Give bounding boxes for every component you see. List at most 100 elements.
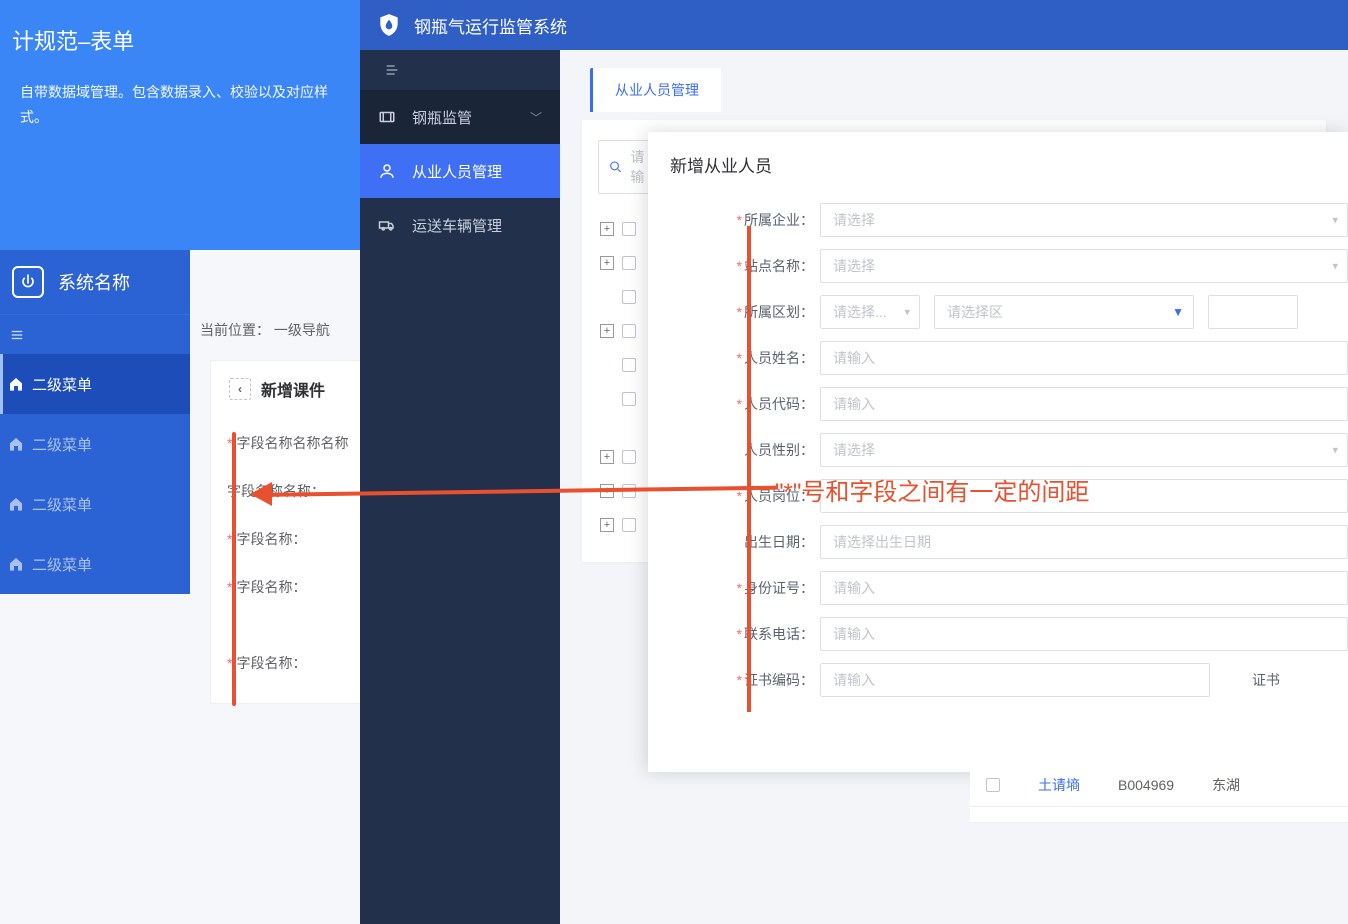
form-label: *所属区划：	[648, 302, 820, 322]
tree-checkbox[interactable]	[622, 290, 636, 304]
form-label: *证书编码：	[648, 670, 820, 690]
card-title-row: ‹ 新增课件	[217, 377, 368, 401]
modal-add-personnel: 新增从业人员 *所属企业： *站点名称： *所属区划： *人员姓名： *人员代码…	[648, 132, 1348, 772]
company-select[interactable]	[820, 203, 1348, 237]
form-row-birth: 出生日期：	[648, 525, 1348, 559]
form-row-gender: 人员性别：	[648, 433, 1348, 467]
tree-checkbox[interactable]	[622, 392, 636, 406]
spec-subtitle: 自带数据域管理。包含数据录入、校验以及对应样式。	[12, 80, 348, 130]
form-row-idno: *身份证号：	[648, 571, 1348, 605]
site-select[interactable]	[820, 249, 1348, 283]
gender-select[interactable]	[820, 433, 1348, 467]
nav-label: 钢瓶监管	[412, 107, 472, 128]
expand-icon[interactable]: +	[600, 256, 614, 270]
idno-input[interactable]	[820, 571, 1348, 605]
form-row-cert: *证书编码： 证书	[648, 663, 1348, 697]
nav-item-personnel[interactable]: 从业人员管理	[360, 144, 560, 198]
spec-header: 计规范–表单 自带数据域管理。包含数据录入、校验以及对应样式。	[0, 0, 360, 250]
menu-item-1[interactable]: 二级菜单	[0, 354, 190, 414]
expand-icon[interactable]: +	[600, 222, 614, 236]
row-region: 东湖	[1212, 775, 1240, 795]
area-district-select[interactable]	[934, 295, 1194, 329]
hamburger-icon	[10, 328, 24, 342]
person-icon	[378, 162, 396, 180]
form-row-company: *所属企业：	[648, 203, 1348, 237]
form-row-name: *人员姓名：	[648, 341, 1348, 375]
form-label: *所属企业：	[648, 210, 820, 230]
sidebar-collapse-button[interactable]	[0, 314, 190, 354]
nav-item-vehicle[interactable]: 运送车辆管理	[360, 198, 560, 252]
sidebar-toggle[interactable]	[360, 50, 560, 90]
field-label: *字段名称：	[217, 515, 368, 563]
home-icon	[8, 436, 24, 452]
menu-label: 二级菜单	[32, 554, 92, 575]
tree-checkbox[interactable]	[622, 324, 636, 338]
form-row-site: *站点名称：	[648, 249, 1348, 283]
row-code: B004969	[1118, 777, 1174, 793]
home-icon	[8, 496, 24, 512]
system-menu: 二级菜单 二级菜单 二级菜单 二级菜单	[0, 354, 190, 594]
form-label: *身份证号：	[648, 578, 820, 598]
cert-input[interactable]	[820, 663, 1210, 697]
app-header: 钢瓶气运行监管系统	[360, 0, 1348, 50]
menu-item-4[interactable]: 二级菜单	[0, 534, 190, 594]
tree-checkbox[interactable]	[622, 450, 636, 464]
breadcrumb: 当前位置： 一级导航	[200, 320, 330, 340]
phone-input[interactable]	[820, 617, 1348, 651]
collapse-icon	[384, 62, 400, 78]
home-icon	[8, 556, 24, 572]
row-checkbox[interactable]	[986, 778, 1000, 792]
annotation-guideline-left	[232, 432, 236, 706]
name-input[interactable]	[820, 341, 1348, 375]
expand-icon[interactable]: +	[600, 518, 614, 532]
tree-checkbox[interactable]	[622, 256, 636, 270]
form-row-code: *人员代码：	[648, 387, 1348, 421]
tab-personnel[interactable]: 从业人员管理	[590, 68, 721, 112]
field-label: *字段名称名称名称	[217, 419, 368, 467]
annotation-arrowhead	[250, 482, 272, 506]
tree-checkbox[interactable]	[622, 518, 636, 532]
modal-form: *所属企业： *站点名称： *所属区划： *人员姓名： *人员代码： 人员性别：	[648, 191, 1348, 697]
system-logo-icon	[12, 266, 44, 298]
spec-title: 计规范–表单	[12, 24, 348, 56]
annotation-guideline	[747, 226, 751, 712]
back-button[interactable]: ‹	[229, 378, 251, 400]
cylinder-icon	[378, 108, 396, 126]
form-label: 出生日期：	[648, 532, 820, 552]
menu-label: 二级菜单	[32, 374, 92, 395]
tree-checkbox[interactable]	[622, 222, 636, 236]
shield-flame-icon	[376, 12, 402, 38]
form-row-phone: *联系电话：	[648, 617, 1348, 651]
code-input[interactable]	[820, 387, 1348, 421]
app-sidebar: 钢瓶监管 ﹀ 从业人员管理 运送车辆管理	[360, 50, 560, 924]
menu-item-2[interactable]: 二级菜单	[0, 414, 190, 474]
chevron-down-icon: ﹀	[530, 109, 542, 126]
tab-strip: 从业人员管理	[560, 50, 1348, 112]
annotation-text: "*"号和字段之间有一定的间距	[775, 472, 1089, 507]
form-label: *联系电话：	[648, 624, 820, 644]
form-label: *站点名称：	[648, 256, 820, 276]
field-label: *字段名称：	[217, 639, 368, 687]
menu-label: 二级菜单	[32, 494, 92, 515]
tree-checkbox[interactable]	[622, 358, 636, 372]
menu-item-3[interactable]: 二级菜单	[0, 474, 190, 534]
nav-label: 运送车辆管理	[412, 215, 502, 236]
system-name: 系统名称	[58, 269, 130, 295]
expand-icon[interactable]: +	[600, 324, 614, 338]
table-end	[970, 807, 1348, 823]
app-title: 钢瓶气运行监管系统	[414, 13, 567, 38]
expand-icon[interactable]: +	[600, 450, 614, 464]
card-title: 新增课件	[261, 377, 325, 401]
area-province-select[interactable]	[820, 295, 920, 329]
nav-label: 从业人员管理	[412, 161, 502, 182]
search-icon	[609, 160, 622, 174]
home-icon	[8, 376, 24, 392]
truck-icon	[378, 216, 396, 234]
nav-item-cylinder[interactable]: 钢瓶监管 ﹀	[360, 90, 560, 144]
modal-title: 新增从业人员	[648, 132, 1348, 191]
menu-label: 二级菜单	[32, 434, 92, 455]
table-row[interactable]: 土请墒 B004969 东湖	[970, 763, 1348, 807]
birth-date-input[interactable]	[820, 525, 1348, 559]
row-name-link[interactable]: 土请墒	[1038, 775, 1080, 795]
system-header: 系统名称	[0, 250, 190, 314]
